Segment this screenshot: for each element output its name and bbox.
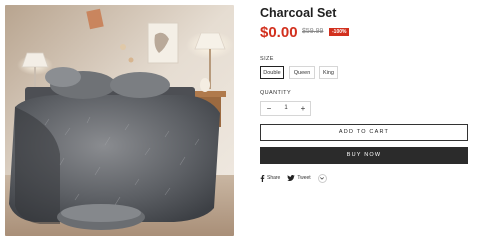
twitter-share-link[interactable]: Tweet (287, 175, 311, 181)
buy-now-button[interactable]: BUY NOW (260, 147, 468, 164)
share-bar: Share Tweet (260, 173, 327, 183)
facebook-share-link[interactable]: Share (260, 174, 281, 182)
discount-badge: -100% (329, 28, 350, 36)
twitter-share-label: Tweet (297, 175, 311, 181)
facebook-icon (260, 174, 265, 182)
chevron-down-icon (320, 176, 325, 180)
quantity-label: QUANTITY (260, 90, 292, 96)
size-option-queen[interactable]: Queen (289, 66, 315, 79)
more-share-button[interactable] (317, 173, 327, 183)
size-label: SIZE (260, 56, 274, 62)
add-to-cart-button[interactable]: ADD TO CART (260, 124, 468, 141)
quantity-stepper: − 1 + (260, 101, 311, 116)
quantity-increase-button[interactable]: + (296, 102, 310, 115)
product-image[interactable] (5, 5, 234, 236)
size-option-king[interactable]: King (319, 66, 338, 79)
sale-price: $0.00 (260, 24, 298, 41)
facebook-share-label: Share (267, 175, 281, 181)
quantity-input[interactable]: 1 (278, 102, 294, 115)
compare-price: $59.99 (302, 28, 324, 35)
quantity-decrease-button[interactable]: − (262, 102, 276, 115)
size-option-double[interactable]: Double (260, 66, 284, 79)
twitter-icon (287, 175, 296, 181)
product-title: Charcoal Set (260, 6, 337, 20)
